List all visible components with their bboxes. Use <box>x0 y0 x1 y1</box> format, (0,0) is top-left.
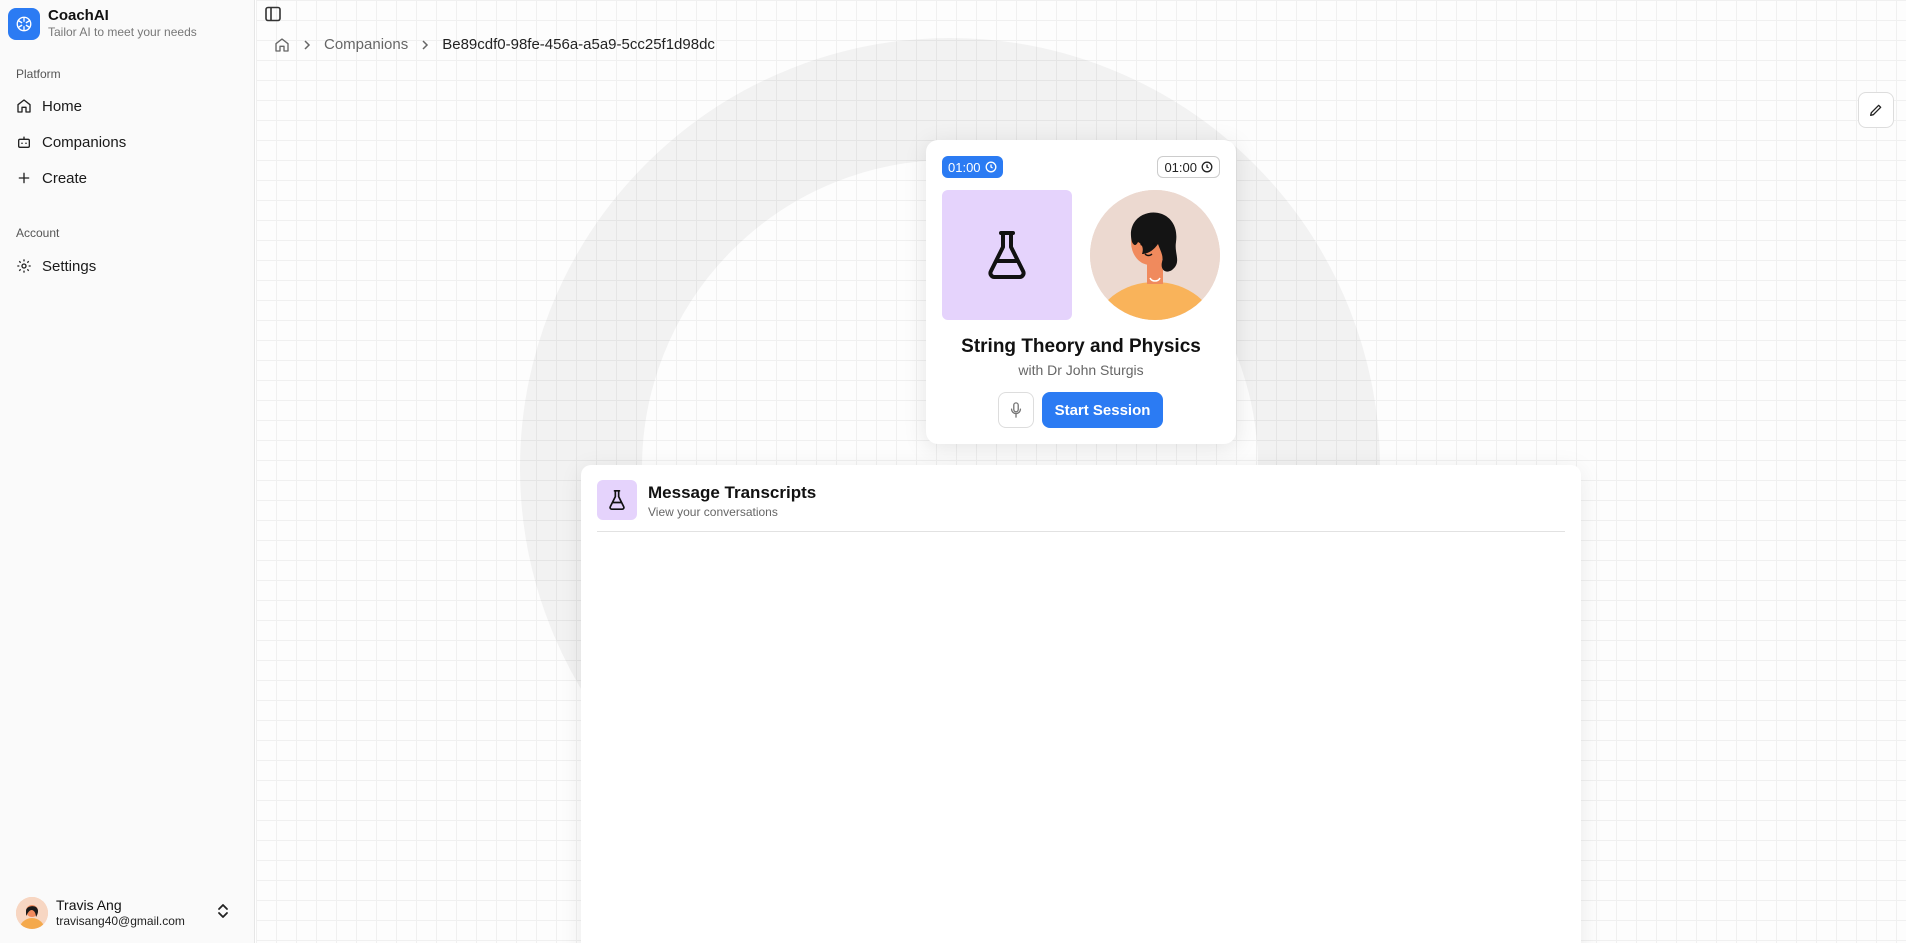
account-group-label: Account <box>16 226 60 240</box>
brand-logo-icon <box>8 7 40 40</box>
user-email: travisang40@gmail.com <box>56 914 185 928</box>
total-timer-badge: 01:00 <box>1157 156 1220 178</box>
sidebar-toggle-icon[interactable] <box>264 5 282 23</box>
sidebar-item-label: Home <box>42 97 83 115</box>
breadcrumb: Companions Be89cdf0-98fe-456a-a5a9-5cc25… <box>274 36 715 53</box>
sidebar-item-label: Settings <box>42 257 97 275</box>
breadcrumb-current: Be89cdf0-98fe-456a-a5a9-5cc25f1d98dc <box>442 36 715 53</box>
mic-button[interactable] <box>998 392 1034 428</box>
clock-icon <box>985 161 996 173</box>
session-title: String Theory and Physics <box>961 336 1201 357</box>
sidebar-item-companions[interactable]: Companions <box>8 126 246 158</box>
elapsed-timer-badge: 01:00 <box>942 156 1003 178</box>
transcripts-panel: Message Transcripts View your conversati… <box>581 465 1581 943</box>
mic-icon <box>1010 402 1022 418</box>
home-icon <box>17 99 31 113</box>
sidebar: CoachAI Tailor AI to meet your needs Pla… <box>0 0 255 943</box>
user-menu[interactable]: Travis Ang travisang40@gmail.com <box>8 889 246 937</box>
gear-icon <box>17 259 31 273</box>
chevrons-up-down-icon <box>218 904 228 918</box>
flask-icon <box>988 231 1026 279</box>
main-content: Companions Be89cdf0-98fe-456a-a5a9-5cc25… <box>256 0 1906 943</box>
divider <box>597 531 1565 532</box>
elapsed-timer-value: 01:00 <box>948 159 981 175</box>
sidebar-item-create[interactable]: Create <box>8 162 246 194</box>
clock-icon <box>1201 161 1213 173</box>
bot-icon <box>18 136 30 148</box>
edit-button[interactable] <box>1858 92 1894 128</box>
session-card: 01:00 01:00 String Theory and Physics wi… <box>926 140 1236 444</box>
sidebar-item-settings[interactable]: Settings <box>8 250 246 282</box>
plus-icon <box>18 172 30 184</box>
brand[interactable]: CoachAI Tailor AI to meet your needs <box>8 7 197 40</box>
subject-tile <box>942 190 1072 320</box>
home-icon[interactable] <box>274 37 290 53</box>
transcripts-icon-tile <box>597 480 637 520</box>
sidebar-item-home[interactable]: Home <box>8 90 246 122</box>
avatar <box>16 897 48 929</box>
sidebar-item-label: Companions <box>42 133 127 151</box>
total-timer-value: 01:00 <box>1164 159 1197 175</box>
transcripts-title: Message Transcripts <box>648 483 817 502</box>
brand-name: CoachAI <box>48 7 109 24</box>
platform-group-label: Platform <box>16 67 61 81</box>
pencil-icon <box>1870 104 1882 116</box>
breadcrumb-companions[interactable]: Companions <box>324 36 408 53</box>
sidebar-item-label: Create <box>42 169 88 187</box>
transcripts-subtitle: View your conversations <box>648 505 778 519</box>
user-name: Travis Ang <box>56 897 122 913</box>
flask-icon <box>609 490 625 510</box>
chevron-right-icon <box>422 39 429 50</box>
tutor-avatar <box>1090 190 1220 320</box>
brand-tagline: Tailor AI to meet your needs <box>48 25 197 39</box>
chevron-right-icon <box>304 39 311 50</box>
start-session-button[interactable]: Start Session <box>1042 392 1163 428</box>
session-tutor: with Dr John Sturgis <box>1018 362 1144 378</box>
